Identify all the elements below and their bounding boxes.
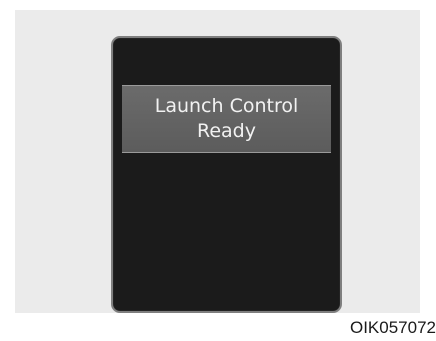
figure-code: OIK057072 (349, 318, 436, 337)
launch-control-banner: Launch Control Ready (122, 85, 331, 153)
banner-line-2: Ready (197, 120, 256, 142)
banner-line-1: Launch Control (154, 95, 299, 117)
cluster-display: Launch Control Ready (111, 36, 342, 313)
